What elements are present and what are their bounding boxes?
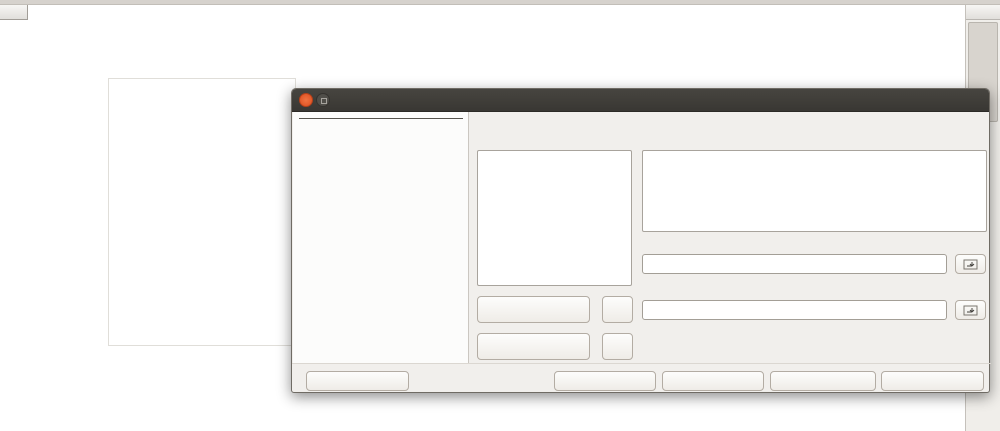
steps-panel [293, 112, 469, 363]
data-series-listbox[interactable] [477, 150, 632, 286]
help-button[interactable] [306, 371, 409, 391]
maximize-glyph [321, 98, 327, 104]
scrollbar-up-icon[interactable] [966, 5, 1000, 20]
maximize-icon[interactable] [316, 93, 330, 107]
application-window [0, 0, 1000, 431]
move-up-button[interactable] [602, 296, 633, 323]
shrink-range-button-y[interactable] [955, 254, 986, 274]
dialog-titlebar[interactable] [292, 89, 989, 112]
add-button[interactable] [477, 296, 590, 323]
steps-divider [299, 118, 463, 119]
range-for-y-values-input[interactable] [642, 254, 947, 274]
chart-wizard-dialog [291, 88, 990, 393]
finish-button[interactable] [770, 371, 876, 391]
back-button[interactable] [554, 371, 656, 391]
categories-input[interactable] [642, 300, 947, 320]
dialog-content [469, 112, 991, 363]
shrink-range-icon [963, 305, 978, 316]
data-ranges-listbox[interactable] [642, 150, 987, 232]
shrink-range-button-categories[interactable] [955, 300, 986, 320]
dialog-footer [292, 363, 991, 393]
embedded-chart[interactable] [108, 78, 296, 346]
move-down-button[interactable] [602, 333, 633, 360]
next-button[interactable] [662, 371, 764, 391]
select-all-corner[interactable] [0, 5, 28, 20]
close-icon[interactable] [299, 93, 313, 107]
cancel-button[interactable] [881, 371, 984, 391]
remove-button[interactable] [477, 333, 590, 360]
toolbar-edge [0, 0, 1000, 5]
shrink-range-icon [963, 259, 978, 270]
